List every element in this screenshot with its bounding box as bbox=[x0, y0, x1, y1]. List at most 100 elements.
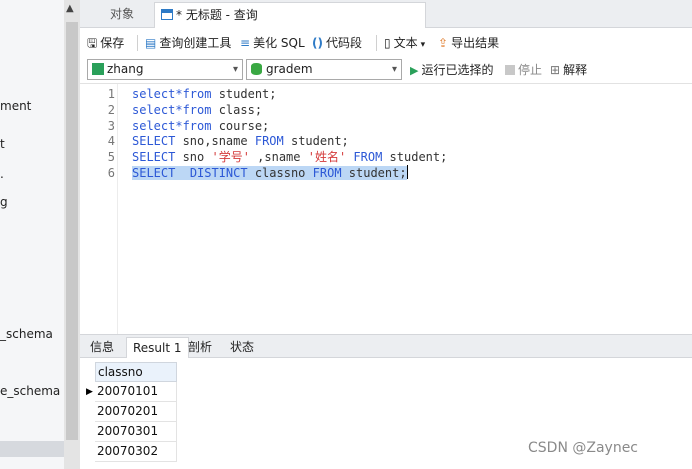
line-number: 3 bbox=[107, 119, 115, 133]
beautify-icon: ≡ bbox=[240, 36, 251, 50]
line-number: 6 bbox=[107, 166, 115, 180]
tab-info[interactable]: 信息 bbox=[84, 337, 120, 358]
sql-text: ,sname bbox=[249, 150, 308, 164]
explain-button[interactable]: ⊞ 解释 bbox=[550, 61, 587, 79]
sql-keyword: SELECT bbox=[132, 134, 176, 148]
chevron-down-icon: ▾ bbox=[232, 64, 238, 75]
chevron-down-icon: ▾ bbox=[420, 40, 426, 50]
sql-keyword: select*from bbox=[132, 103, 212, 117]
code-line: select*from course; bbox=[132, 118, 269, 134]
connection-icon bbox=[92, 63, 104, 75]
database-icon bbox=[251, 63, 262, 75]
beautify-sql-button[interactable]: ≡ 美化 SQL bbox=[240, 34, 305, 52]
stop-button[interactable]: 停止 bbox=[505, 61, 542, 79]
navicat-window: ment t . g _schema e_schema ▲ 对象 * 无标题 -… bbox=[0, 0, 692, 469]
line-number: 5 bbox=[107, 150, 115, 164]
table-cell[interactable]: 20070201 bbox=[95, 402, 177, 422]
save-button[interactable]: 🖫 保存 bbox=[87, 34, 124, 52]
sql-text: classno bbox=[247, 166, 313, 180]
sql-editor[interactable]: 1 2 3 4 5 6 select*from student; select*… bbox=[80, 84, 692, 334]
snippet-icon: () bbox=[312, 36, 323, 50]
table-cell[interactable]: 20070302 bbox=[95, 442, 177, 462]
tab-query[interactable]: * 无标题 - 查询 bbox=[154, 2, 426, 28]
toolbar-divider bbox=[137, 35, 138, 51]
code-snippet-button[interactable]: () 代码段 bbox=[312, 34, 362, 52]
text-label: 文本 bbox=[393, 36, 418, 50]
navigator-item[interactable]: . bbox=[0, 167, 4, 181]
line-number: 1 bbox=[107, 87, 115, 101]
run-icon: ▶ bbox=[410, 64, 419, 77]
sql-string: '姓名' bbox=[307, 150, 347, 164]
tab-objects[interactable]: 对象 bbox=[92, 2, 152, 28]
export-label: 导出结果 bbox=[451, 36, 500, 50]
run-selected-button[interactable]: ▶ 运行已选择的 bbox=[410, 61, 493, 79]
tab-bar: 对象 * 无标题 - 查询 bbox=[80, 0, 692, 28]
query-builder-icon: ▤ bbox=[145, 36, 157, 50]
query-builder-button[interactable]: ▤ 查询创建工具 bbox=[145, 34, 231, 52]
text-button[interactable]: ▯ 文本 ▾ bbox=[384, 34, 425, 52]
stop-icon bbox=[505, 65, 515, 75]
connection-select[interactable]: zhang ▾ bbox=[87, 59, 243, 80]
sql-string: '学号' bbox=[211, 150, 250, 164]
navigator-item[interactable]: ment bbox=[0, 99, 31, 113]
watermark-text: CSDN @Zaynec bbox=[528, 440, 639, 456]
line-number-gutter: 1 2 3 4 5 6 bbox=[80, 84, 118, 334]
sql-keyword: FROM bbox=[312, 166, 342, 180]
explain-icon: ⊞ bbox=[550, 63, 561, 77]
navigator-item[interactable]: t bbox=[0, 137, 5, 151]
sql-keyword: select*from bbox=[132, 119, 212, 133]
tab-result-1[interactable]: Result 1 bbox=[126, 337, 189, 358]
scroll-up-icon[interactable]: ▲ bbox=[66, 3, 74, 14]
explain-label: 解释 bbox=[563, 63, 588, 77]
sql-keyword: FROM bbox=[254, 134, 284, 148]
result-tab-bar: 信息 Result 1 剖析 状态 bbox=[80, 334, 692, 358]
toolbar-divider bbox=[376, 35, 377, 51]
sql-text: student; bbox=[211, 87, 277, 101]
query-builder-label: 查询创建工具 bbox=[159, 36, 232, 50]
navigator-item[interactable]: g bbox=[0, 195, 8, 209]
chevron-down-icon: ▾ bbox=[391, 64, 397, 75]
export-results-button[interactable]: ⇪ 导出结果 bbox=[438, 34, 499, 52]
database-value: gradem bbox=[266, 62, 313, 76]
code-line: select*from student; bbox=[132, 86, 277, 102]
save-icon: 🖫 bbox=[87, 36, 98, 50]
database-select[interactable]: gradem ▾ bbox=[246, 59, 402, 80]
code-line: select*from class; bbox=[132, 102, 262, 118]
query-tab-icon bbox=[161, 9, 173, 20]
sql-text: student; bbox=[341, 166, 407, 180]
sql-text: sno,sname bbox=[175, 134, 255, 148]
save-label: 保存 bbox=[100, 36, 125, 50]
sql-keyword: DISTINCT bbox=[189, 166, 248, 180]
code-line-selected: SELECT DISTINCT classno FROM student; bbox=[132, 165, 408, 181]
sql-keyword: select*from bbox=[132, 87, 212, 101]
navigator-selection bbox=[0, 441, 64, 457]
table-cell[interactable]: 20070101 bbox=[95, 382, 177, 402]
export-icon: ⇪ bbox=[438, 36, 449, 50]
table-cell[interactable]: 20070301 bbox=[95, 422, 177, 442]
navigator-item[interactable]: _schema bbox=[0, 327, 53, 341]
sql-text: class; bbox=[211, 103, 263, 117]
snippet-label: 代码段 bbox=[325, 36, 362, 50]
navigator-item[interactable]: e_schema bbox=[0, 384, 60, 398]
line-number: 2 bbox=[107, 103, 115, 117]
sql-text: student; bbox=[382, 150, 448, 164]
beautify-label: 美化 SQL bbox=[253, 36, 305, 50]
text-caret bbox=[406, 165, 408, 179]
sql-text: student; bbox=[283, 134, 349, 148]
object-navigator: ment t . g _schema e_schema bbox=[0, 0, 64, 469]
sql-text: sno bbox=[175, 150, 212, 164]
code-line: SELECT sno,sname FROM student; bbox=[132, 133, 349, 149]
sql-keyword: FROM bbox=[353, 150, 383, 164]
connection-bar: zhang ▾ gradem ▾ ▶ 运行已选择的 停止 ⊞ 解释 bbox=[80, 56, 692, 84]
code-line: SELECT sno '学号' ,sname '姓名' FROM student… bbox=[132, 149, 447, 165]
query-toolbar: 🖫 保存 ▤ 查询创建工具 ≡ 美化 SQL () 代码段 ▯ 文本 ▾ ⇪ 导出结果 bbox=[80, 28, 692, 56]
column-header-classno[interactable]: classno bbox=[95, 362, 177, 382]
current-row-marker-icon: ▶ bbox=[86, 387, 93, 397]
line-number: 4 bbox=[107, 134, 115, 148]
sql-keyword: SELECT bbox=[132, 166, 176, 180]
tab-status[interactable]: 状态 bbox=[224, 337, 260, 358]
selection-highlight: SELECT DISTINCT classno FROM student; bbox=[132, 166, 407, 180]
navigator-scrollbar-thumb[interactable] bbox=[66, 22, 78, 440]
tab-profile[interactable]: 剖析 bbox=[182, 337, 218, 358]
